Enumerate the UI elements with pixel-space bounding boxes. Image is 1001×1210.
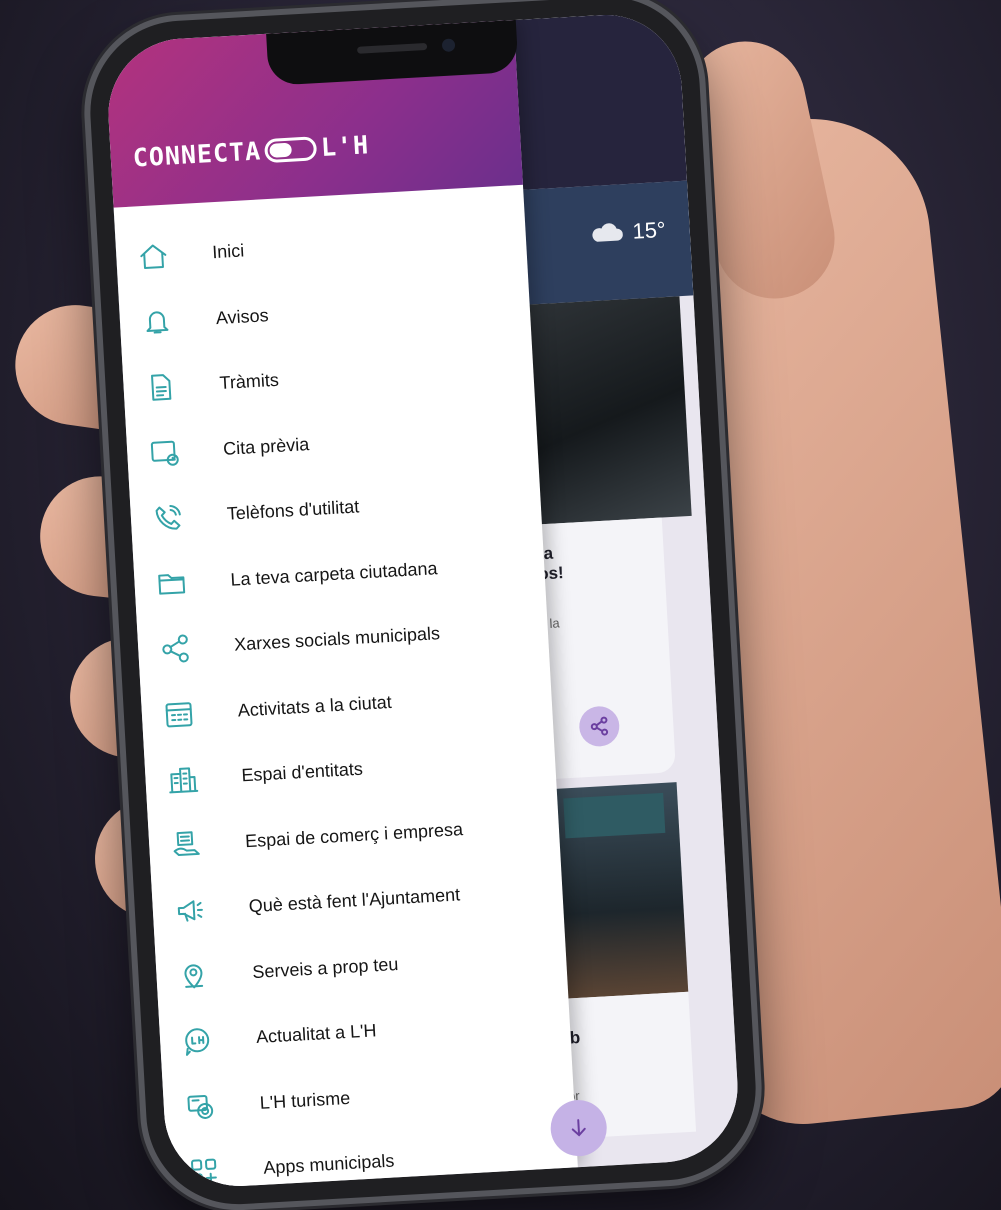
menu-item-label: L'H turisme bbox=[259, 1087, 351, 1113]
calendar-clock-icon bbox=[126, 434, 202, 470]
menu-item-label: Avisos bbox=[215, 304, 270, 328]
apps-grid-icon bbox=[167, 1154, 243, 1190]
logo-text-left: CONNECTA bbox=[132, 136, 262, 173]
menu-item-label: Espai d'entitats bbox=[240, 758, 364, 786]
cloud-icon bbox=[592, 223, 623, 242]
arrow-down-icon bbox=[571, 1119, 586, 1137]
buildings-icon bbox=[145, 761, 221, 797]
tourism-icon bbox=[163, 1088, 239, 1124]
photo-banner bbox=[563, 792, 666, 839]
menu-item-label: Espai de comerç i empresa bbox=[244, 818, 464, 852]
bell-icon bbox=[119, 304, 195, 340]
menu-item-label: Xarxes socials municipals bbox=[233, 623, 441, 655]
megaphone-icon bbox=[152, 892, 228, 928]
calendar-icon bbox=[141, 696, 217, 732]
location-pin-icon bbox=[156, 958, 232, 994]
logo-text-right: L'H bbox=[320, 130, 370, 162]
menu-item-label: Tràmits bbox=[218, 369, 280, 394]
drawer-menu: Inici Avisos Tràmits Cita prèvia Telèfon… bbox=[114, 185, 579, 1190]
share-icon bbox=[590, 716, 609, 736]
menu-item-label: Què està fent l'Ajuntament bbox=[248, 884, 461, 917]
menu-item-label: Actualitat a L'H bbox=[255, 1020, 377, 1048]
speaker bbox=[356, 42, 428, 54]
app-logo: CONNECTA L'H bbox=[132, 130, 370, 172]
share-icon bbox=[137, 631, 213, 667]
folder-icon bbox=[134, 565, 210, 601]
phone-frame: 15° uta llos! de la mb nior CONN bbox=[85, 0, 761, 1210]
menu-item-label: Telèfons d'utilitat bbox=[226, 496, 360, 525]
phone-icon bbox=[130, 500, 206, 536]
menu-item-label: Inici bbox=[211, 240, 245, 263]
share-button[interactable] bbox=[578, 705, 621, 748]
temperature: 15° bbox=[631, 216, 667, 244]
shop-icon bbox=[148, 827, 224, 863]
menu-item-label: Apps municipals bbox=[262, 1150, 395, 1179]
menu-item-label: La teva carpeta ciutadana bbox=[229, 557, 438, 590]
weather-widget: 15° bbox=[588, 217, 667, 247]
menu-item-label: Cita prèvia bbox=[222, 433, 310, 459]
menu-item-label: Serveis a prop teu bbox=[251, 953, 399, 982]
home-icon bbox=[116, 238, 192, 274]
phone-screen: 15° uta llos! de la mb nior CONN bbox=[104, 10, 742, 1191]
menu-item-label: Activitats a la ciutat bbox=[237, 691, 393, 721]
camera bbox=[441, 38, 456, 53]
document-icon bbox=[123, 369, 199, 405]
toggle-logo-icon bbox=[264, 135, 318, 163]
navigation-drawer: CONNECTA L'H Inici Avisos Tràmits Cita p… bbox=[104, 20, 579, 1191]
news-bubble-icon bbox=[159, 1023, 235, 1059]
